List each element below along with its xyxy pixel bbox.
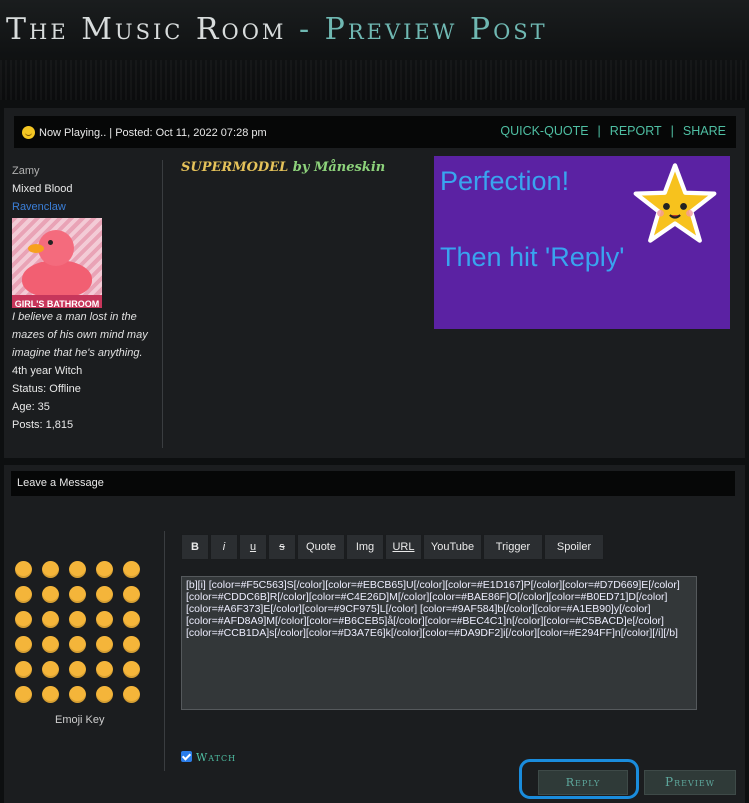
emoji-icon[interactable] [69,661,86,678]
duck-eye [48,240,53,245]
title-separator: - [286,12,325,47]
quick-quote-link[interactable]: QUICK-QUOTE [500,124,588,138]
banner-line-2: Then hit 'Reply' [440,242,625,272]
user-status: Status: Offline [12,383,81,395]
share-link[interactable]: SHARE [683,124,726,138]
post-actions: QUICK-QUOTE | REPORT | SHARE [500,124,726,138]
emoji-icon[interactable] [15,561,32,578]
site-name: The Music Room [6,12,287,47]
emoji-key-link[interactable]: Emoji Key [55,714,105,726]
user-posts: Posts: 1,815 [12,419,74,431]
divider [164,531,165,771]
trigger-button[interactable]: Trigger [483,534,543,560]
emoji-icon[interactable] [96,636,113,653]
avatar-caption: GIRL'S BATHROOM [12,295,102,308]
emoji-icon[interactable] [96,611,113,628]
post-preview: Now Playing.. | Posted: Oct 11, 2022 07:… [4,108,745,458]
bold-button[interactable]: B [181,534,209,560]
emoji-icon[interactable] [123,586,140,603]
song-title: SUPERMODEL by Måneskin [181,160,385,175]
smiley-icon [22,126,35,139]
divider [162,160,163,448]
song-name: SUPERMODEL [181,160,289,175]
action-separator: | [597,124,601,138]
spoiler-button[interactable]: Spoiler [544,534,604,560]
emoji-icon[interactable] [42,686,59,703]
song-artist: by Måneskin [292,160,386,175]
preview-banner: Perfection! Then hit 'Reply' [434,156,730,329]
user-year: 4th year Witch [12,365,83,377]
user-quote: I believe a man lost in the mazes of his… [12,311,148,359]
preview-button[interactable]: Preview [644,770,736,795]
italic-button[interactable]: i [210,534,238,560]
site-header: The Music Room - Preview Post [0,0,749,100]
page-subtitle: Preview Post [324,12,548,47]
quote-button[interactable]: Quote [297,534,345,560]
username[interactable]: Zamy [12,162,152,180]
img-button[interactable]: Img [346,534,384,560]
reply-header-bar: Leave a Message [11,471,735,496]
emoji-icon[interactable] [96,686,113,703]
action-separator: | [670,124,674,138]
emoji-icon[interactable] [42,636,59,653]
user-age: Age: 35 [12,401,50,413]
emoji-icon[interactable] [69,561,86,578]
avatar[interactable]: GIRL'S BATHROOM [12,218,102,308]
user-house[interactable]: Ravenclaw [12,198,152,216]
strikethrough-button[interactable]: s [268,534,296,560]
emoji-icon[interactable] [15,686,32,703]
emoji-icon[interactable] [15,611,32,628]
emoji-icon[interactable] [15,586,32,603]
watch-label: Watch [196,751,237,764]
emoji-icon[interactable] [15,661,32,678]
watch-checkbox[interactable]: Watch [181,751,236,764]
url-button[interactable]: URL [385,534,422,560]
emoji-icon[interactable] [96,586,113,603]
emoji-icon[interactable] [42,561,59,578]
emoji-icon[interactable] [123,661,140,678]
emoji-icon[interactable] [123,561,140,578]
emoji-icon[interactable] [123,611,140,628]
reply-button[interactable]: Reply [538,770,628,795]
emoji-icon[interactable] [69,636,86,653]
emoji-icon[interactable] [42,611,59,628]
emoji-icon[interactable] [42,586,59,603]
emoji-icon[interactable] [15,636,32,653]
banner-line-1: Perfection! [440,166,570,196]
user-profile: Zamy Mixed Blood Ravenclaw GIRL'S BATHRO… [12,162,152,434]
duck-beak [28,244,44,253]
user-group: Mixed Blood [12,183,73,195]
emoji-icon[interactable] [96,661,113,678]
emoji-icon[interactable] [42,661,59,678]
underline-button[interactable]: u [239,534,267,560]
post-meta: Now Playing.. | Posted: Oct 11, 2022 07:… [22,126,267,139]
emoji-icon[interactable] [96,561,113,578]
reply-section: Leave a Message Emoji Key B i u s Quote … [4,465,745,803]
reply-section-title: Leave a Message [17,477,104,489]
report-link[interactable]: REPORT [610,124,662,138]
emoji-icon[interactable] [69,586,86,603]
emoji-icon[interactable] [123,636,140,653]
message-textarea[interactable]: [b][i] [color=#F5C563]S[/color][color=#E… [181,576,697,710]
checkbox-checked-icon[interactable] [181,751,192,762]
emoji-icon[interactable] [123,686,140,703]
site-title[interactable]: The Music Room - Preview Post [6,12,548,47]
post-meta-text: Now Playing.. | Posted: Oct 11, 2022 07:… [39,127,267,139]
emoji-icon[interactable] [69,611,86,628]
post-header-bar: Now Playing.. | Posted: Oct 11, 2022 07:… [14,116,736,148]
emoji-icon[interactable] [69,686,86,703]
star-icon [633,163,717,243]
youtube-button[interactable]: YouTube [423,534,482,560]
